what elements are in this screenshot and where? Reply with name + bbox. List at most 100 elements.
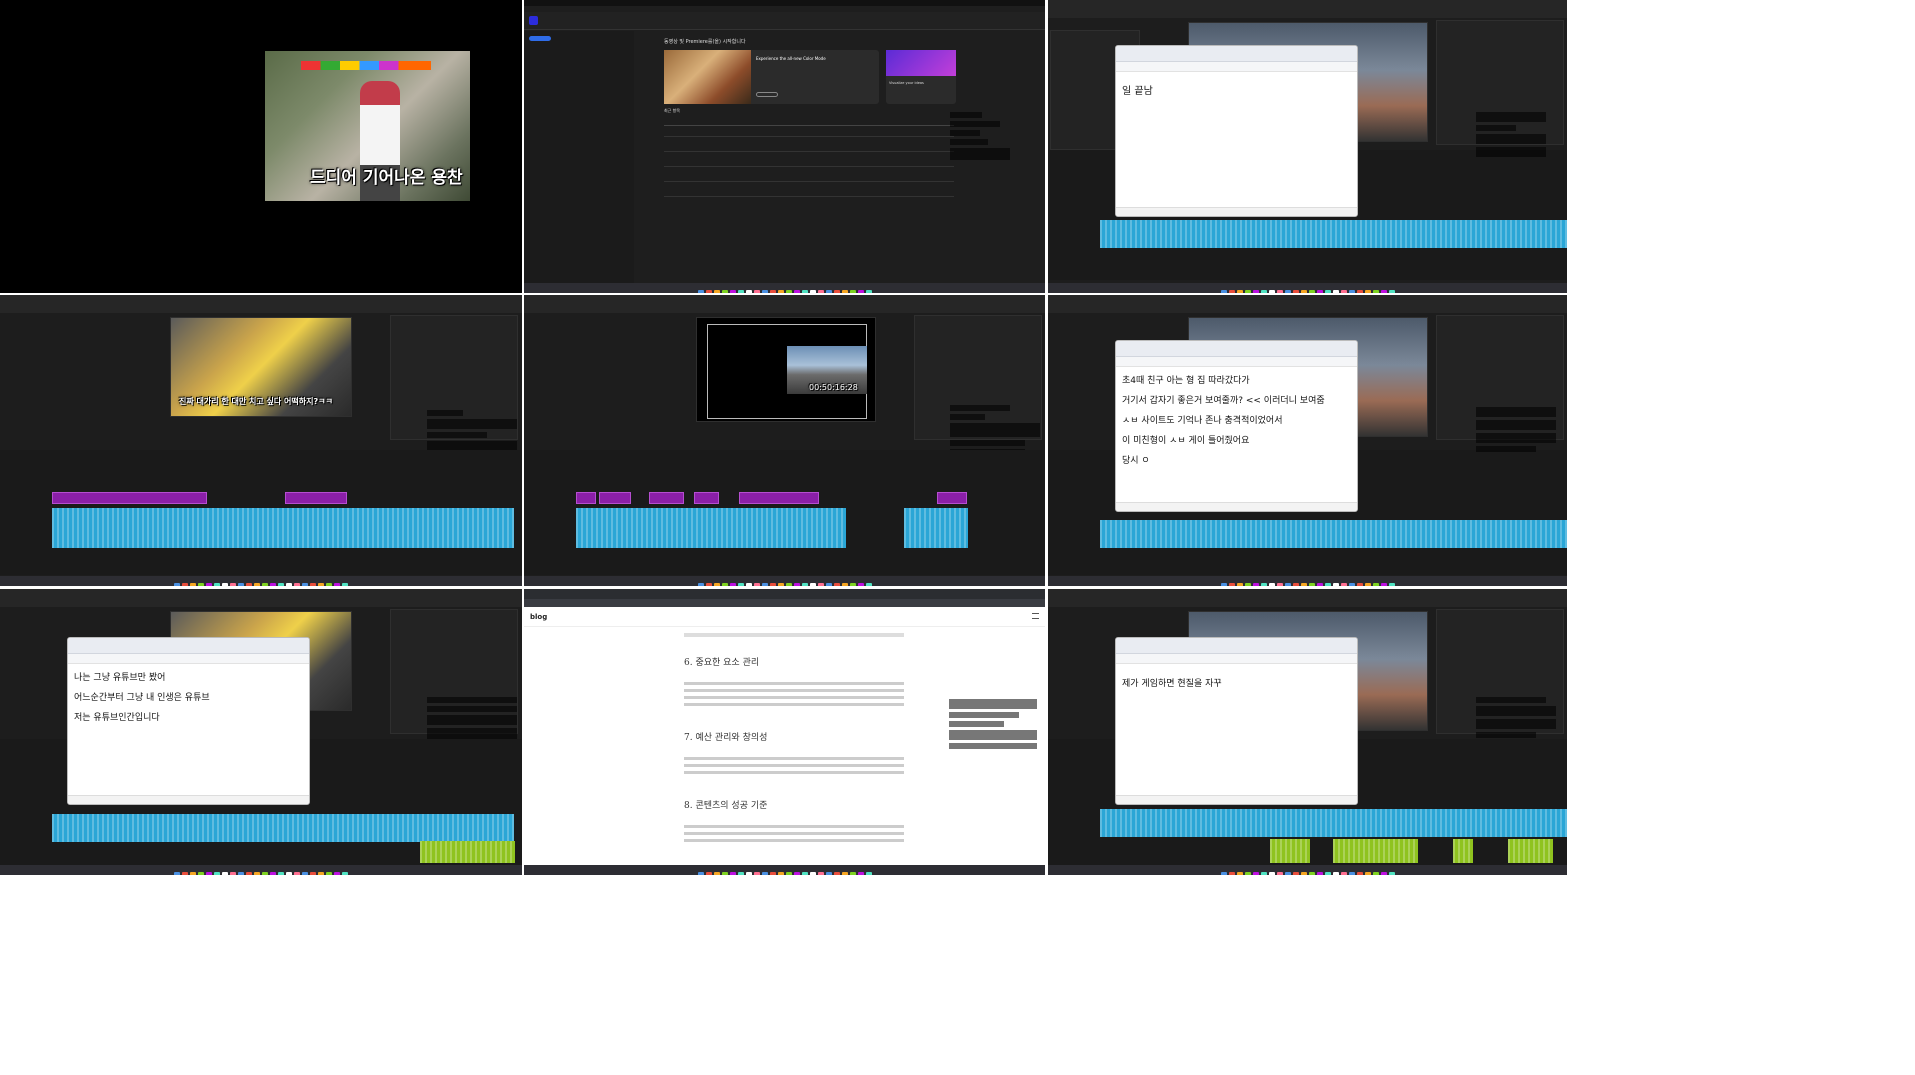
taskbar-app-icon[interactable]: [1340, 872, 1347, 875]
taskbar-app-icon[interactable]: [326, 583, 332, 586]
taskbar-app-icon[interactable]: [190, 583, 196, 586]
taskbar-app-icon[interactable]: [254, 872, 260, 875]
taskbar-app-icon[interactable]: [737, 290, 744, 293]
taskbar-app-icon[interactable]: [1308, 872, 1315, 875]
taskbar-app-icon[interactable]: [729, 583, 736, 586]
taskbar-app-icon[interactable]: [294, 583, 300, 586]
taskbar-app-icon[interactable]: [1340, 290, 1347, 293]
taskbar-app-icon[interactable]: [190, 872, 196, 875]
reaction-bar[interactable]: ♡ ○ ➤: [530, 857, 580, 874]
taskbar-app-icon[interactable]: [198, 872, 204, 875]
taskbar-app-icon[interactable]: [1292, 872, 1299, 875]
video-clip[interactable]: [649, 492, 684, 504]
taskbar-app-icon[interactable]: [721, 583, 728, 586]
taskbar-app-icon[interactable]: [817, 290, 824, 293]
taskbar-app-icon[interactable]: [785, 290, 792, 293]
taskbar-app-icon[interactable]: [769, 290, 776, 293]
notepad-menu[interactable]: [68, 654, 309, 664]
taskbar-app-icon[interactable]: [238, 872, 244, 875]
taskbar-app-icon[interactable]: [246, 872, 252, 875]
taskbar-app-icon[interactable]: [230, 872, 236, 875]
taskbar-app-icon[interactable]: [1244, 290, 1251, 293]
taskbar-app-icon[interactable]: [761, 290, 768, 293]
taskbar-app-icon[interactable]: [793, 290, 800, 293]
taskbar-app-icon[interactable]: [713, 583, 720, 586]
taskbar-app-icon[interactable]: [278, 583, 284, 586]
video-clip[interactable]: [937, 492, 967, 504]
taskbar-app-icon[interactable]: [1236, 290, 1243, 293]
taskbar-app-icon[interactable]: [318, 583, 324, 586]
taskbar-app-icon[interactable]: [865, 872, 872, 875]
taskbar-app-icon[interactable]: [182, 583, 188, 586]
taskbar-app-icon[interactable]: [1276, 872, 1283, 875]
taskbar-app-icon[interactable]: [1300, 290, 1307, 293]
taskbar-app-icon[interactable]: [246, 583, 252, 586]
video-clip[interactable]: [599, 492, 631, 504]
taskbar-app-icon[interactable]: [1252, 290, 1259, 293]
taskbar-app-icon[interactable]: [1380, 583, 1387, 586]
notepad-tabs[interactable]: [68, 638, 309, 654]
taskbar-app-icon[interactable]: [1236, 583, 1243, 586]
taskbar-app-icon[interactable]: [705, 290, 712, 293]
taskbar-app-icon[interactable]: [1236, 872, 1243, 875]
taskbar-app-icon[interactable]: [729, 290, 736, 293]
taskbar-app-icon[interactable]: [214, 872, 220, 875]
taskbar-app-icon[interactable]: [1380, 290, 1387, 293]
taskbar-app-icon[interactable]: [1332, 583, 1339, 586]
taskbar-app-icon[interactable]: [753, 290, 760, 293]
taskbar-app-icon[interactable]: [1284, 583, 1291, 586]
taskbar-app-icon[interactable]: [1284, 872, 1291, 875]
taskbar-app-icon[interactable]: [841, 290, 848, 293]
taskbar-app-icon[interactable]: [745, 290, 752, 293]
notepad-text[interactable]: 일 끝남: [1116, 72, 1357, 112]
taskbar-app-icon[interactable]: [1380, 872, 1387, 875]
new-project-button[interactable]: [529, 36, 551, 41]
taskbar-app-icon[interactable]: [825, 290, 832, 293]
taskbar-app-icon[interactable]: [801, 583, 808, 586]
taskbar-app-icon[interactable]: [1228, 872, 1235, 875]
taskbar-app-icon[interactable]: [1364, 872, 1371, 875]
taskbar-app-icon[interactable]: [174, 872, 180, 875]
taskbar-app-icon[interactable]: [326, 872, 332, 875]
taskbar-app-icon[interactable]: [833, 872, 840, 875]
taskbar-app-icon[interactable]: [697, 290, 704, 293]
taskbar-app-icon[interactable]: [825, 583, 832, 586]
taskbar-app-icon[interactable]: [262, 583, 268, 586]
taskbar-app-icon[interactable]: [857, 872, 864, 875]
taskbar-app-icon[interactable]: [1260, 583, 1267, 586]
notepad-menu[interactable]: [1116, 654, 1357, 664]
taskbar-app-icon[interactable]: [865, 583, 872, 586]
taskbar-app-icon[interactable]: [761, 872, 768, 875]
taskbar-app-icon[interactable]: [841, 583, 848, 586]
taskbar-app-icon[interactable]: [270, 872, 276, 875]
taskbar-app-icon[interactable]: [318, 872, 324, 875]
taskbar-app-icon[interactable]: [721, 290, 728, 293]
taskbar-app-icon[interactable]: [705, 872, 712, 875]
taskbar-app-icon[interactable]: [222, 583, 228, 586]
notepad-text[interactable]: 초4때 친구 아는 형 집 따라갔다가 거기서 갑자기 좋은거 보여줄까? <<…: [1116, 367, 1357, 479]
notepad-text[interactable]: 나는 그냥 유튜브만 봤어 어느순간부터 그냥 내 인생은 유튜브 저는 유튜브…: [68, 664, 309, 736]
taskbar-app-icon[interactable]: [1316, 290, 1323, 293]
taskbar-app-icon[interactable]: [745, 583, 752, 586]
taskbar-app-icon[interactable]: [785, 583, 792, 586]
taskbar-app-icon[interactable]: [1348, 872, 1355, 875]
video-clip[interactable]: [576, 492, 596, 504]
taskbar-app-icon[interactable]: [769, 583, 776, 586]
taskbar-app-icon[interactable]: [206, 583, 212, 586]
taskbar-app-icon[interactable]: [310, 872, 316, 875]
taskbar-app-icon[interactable]: [310, 583, 316, 586]
taskbar-app-icon[interactable]: [833, 583, 840, 586]
taskbar-app-icon[interactable]: [1252, 872, 1259, 875]
taskbar-app-icon[interactable]: [1308, 290, 1315, 293]
taskbar-app-icon[interactable]: [302, 872, 308, 875]
video-clip[interactable]: [52, 492, 207, 504]
taskbar-app-icon[interactable]: [849, 872, 856, 875]
visualize-card[interactable]: Visualize your ideas: [886, 50, 956, 104]
taskbar-app-icon[interactable]: [721, 872, 728, 875]
taskbar-app-icon[interactable]: [1372, 872, 1379, 875]
taskbar-app-icon[interactable]: [705, 583, 712, 586]
taskbar-app-icon[interactable]: [334, 583, 340, 586]
taskbar-app-icon[interactable]: [1340, 583, 1347, 586]
taskbar-app-icon[interactable]: [302, 583, 308, 586]
taskbar-app-icon[interactable]: [294, 872, 300, 875]
